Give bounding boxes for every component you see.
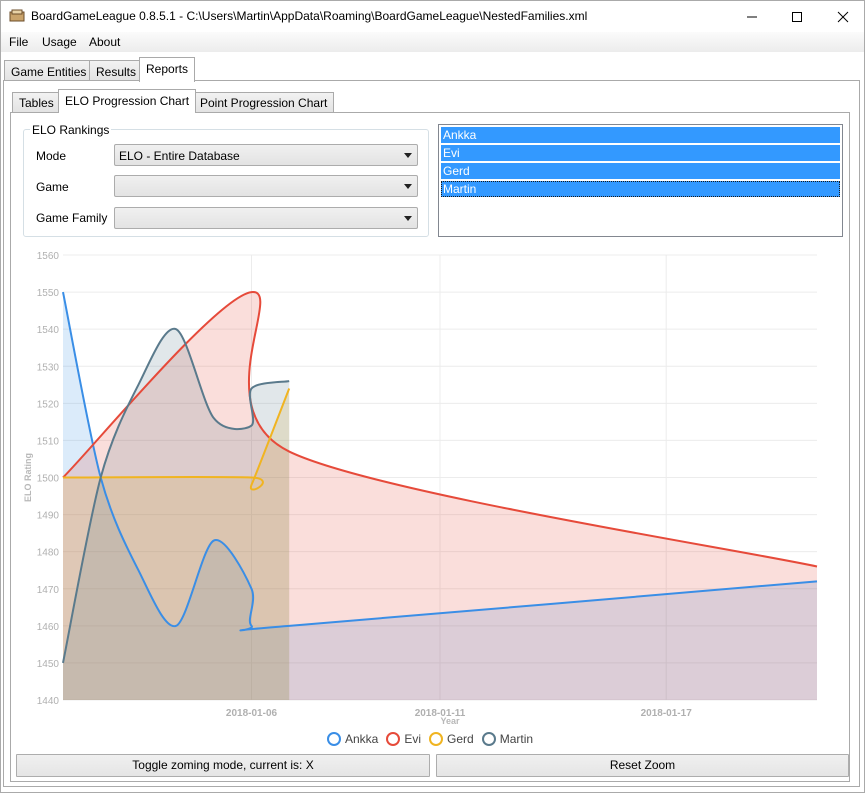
legend-entry-evi[interactable]: Evi xyxy=(386,732,421,746)
game-family-combobox[interactable] xyxy=(114,207,418,229)
tab-tables[interactable]: Tables xyxy=(12,92,61,113)
player-list-item[interactable]: Gerd xyxy=(441,163,840,179)
legend-circle-icon xyxy=(327,732,341,746)
close-button[interactable] xyxy=(820,1,865,32)
tab-results[interactable]: Results xyxy=(89,60,144,82)
elo-progression-chart[interactable]: 1440 1450 1460 1470 1480 1490 1500 1510 1520 1530… xyxy=(14,244,848,734)
maximize-button[interactable] xyxy=(774,1,820,32)
tab-point-progression[interactable]: Point Progression Chart xyxy=(193,92,335,113)
game-label: Game xyxy=(36,180,69,194)
players-listbox[interactable]: Ankka Evi Gerd Martin xyxy=(438,124,843,237)
chevron-down-icon xyxy=(404,184,412,189)
legend-label: Ankka xyxy=(345,732,379,746)
game-combobox[interactable] xyxy=(114,175,418,197)
y-tick-label: 1500 xyxy=(37,474,60,485)
window-title: BoardGameLeague 0.8.5.1 - C:\Users\Marti… xyxy=(31,9,588,23)
y-tick-label: 1440 xyxy=(37,696,60,707)
chevron-down-icon xyxy=(404,153,412,158)
game-family-label: Game Family xyxy=(36,211,108,225)
player-list-item[interactable]: Evi xyxy=(441,145,840,161)
menu-file[interactable]: File xyxy=(9,35,28,49)
chevron-down-icon xyxy=(404,216,412,221)
x-axis-label: Year xyxy=(440,716,460,726)
y-tick-label: 1540 xyxy=(37,325,60,336)
mode-combobox[interactable]: ELO - Entire Database xyxy=(114,144,418,166)
y-tick-label: 1510 xyxy=(37,436,60,447)
y-tick-label: 1460 xyxy=(37,622,60,633)
y-tick-label: 1520 xyxy=(37,399,60,410)
close-icon xyxy=(837,11,849,22)
player-list-item[interactable]: Martin xyxy=(441,181,840,197)
legend-entry-martin[interactable]: Martin xyxy=(481,732,534,746)
tab-elo-progression[interactable]: ELO Progression Chart xyxy=(58,89,197,113)
y-tick-label: 1480 xyxy=(37,548,60,559)
y-tick-label: 1550 xyxy=(37,288,60,299)
y-tick-label: 1530 xyxy=(37,362,60,373)
minimize-icon xyxy=(747,16,757,17)
legend-entry-ankka[interactable]: Ankka xyxy=(327,732,378,746)
player-list-item[interactable]: Ankka xyxy=(441,127,840,143)
chart-legend: Ankka Evi Gerd Martin xyxy=(327,731,541,747)
elo-rankings-title: ELO Rankings xyxy=(30,123,112,137)
menu-about[interactable]: About xyxy=(89,35,120,49)
series-area-martin xyxy=(63,328,290,700)
y-tick-label: 1560 xyxy=(37,251,60,262)
legend-label: Martin xyxy=(499,732,534,746)
legend-label: Evi xyxy=(404,732,422,746)
menu-bar: File Usage About xyxy=(0,32,865,52)
legend-label: Gerd xyxy=(447,732,474,746)
title-bar: BoardGameLeague 0.8.5.1 - C:\Users\Marti… xyxy=(0,0,865,32)
toggle-zoom-button[interactable]: Toggle zoming mode, current is: X xyxy=(16,754,430,777)
x-tick-label: 2018-01-17 xyxy=(641,708,693,719)
x-tick-label: 2018-01-06 xyxy=(226,708,278,719)
app-board-icon xyxy=(9,9,25,22)
tab-game-entities[interactable]: Game Entities xyxy=(4,60,94,82)
tab-reports[interactable]: Reports xyxy=(139,57,196,82)
reset-zoom-button[interactable]: Reset Zoom xyxy=(436,754,849,777)
mode-value: ELO - Entire Database xyxy=(119,149,240,163)
menu-usage[interactable]: Usage xyxy=(42,35,77,49)
legend-circle-icon xyxy=(429,732,444,746)
minimize-button[interactable] xyxy=(729,1,775,32)
y-tick-label: 1490 xyxy=(37,511,60,522)
y-tick-label: 1450 xyxy=(37,659,60,670)
maximize-icon xyxy=(792,11,802,22)
legend-circle-icon xyxy=(481,732,496,746)
mode-label: Mode xyxy=(36,149,67,163)
y-tick-label: 1470 xyxy=(37,585,60,596)
y-axis-label: ELO Rating xyxy=(23,453,33,502)
legend-entry-gerd[interactable]: Gerd xyxy=(429,732,474,746)
legend-circle-icon xyxy=(386,732,401,746)
